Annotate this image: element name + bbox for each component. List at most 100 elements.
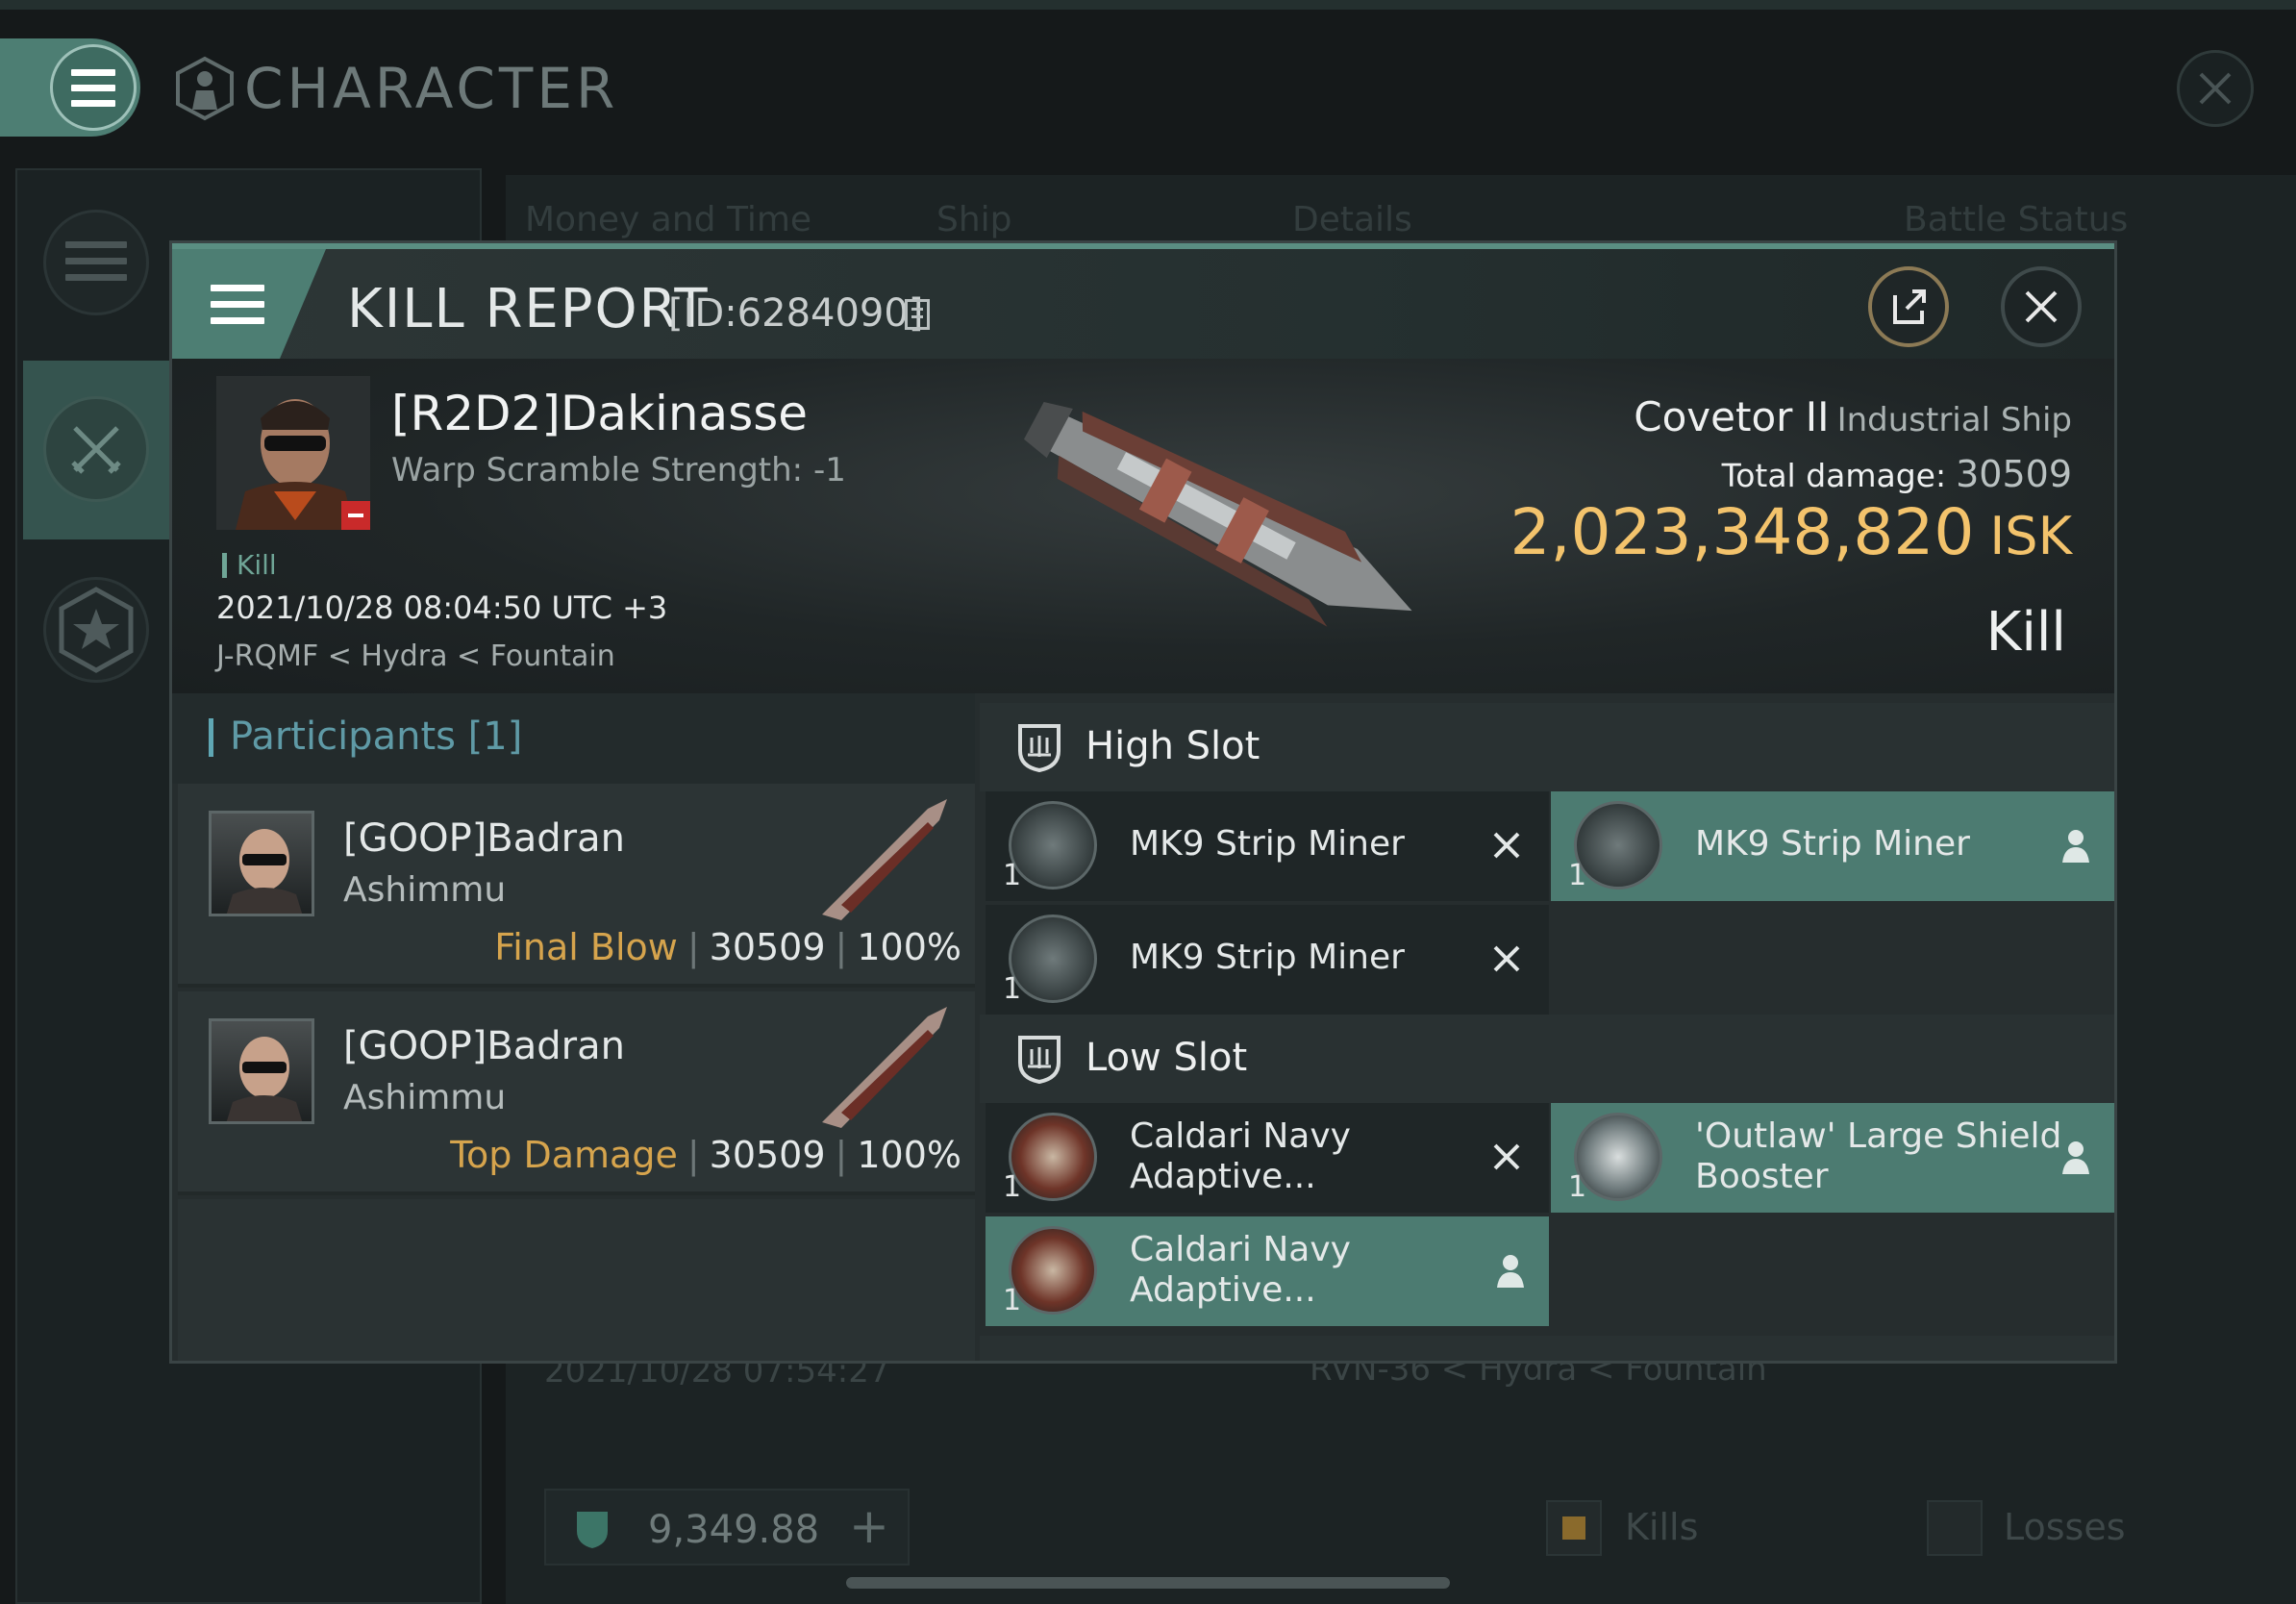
module-item-dropped[interactable]: 1 'Outlaw' Large Shield Booster	[1551, 1103, 2114, 1213]
person-icon	[1497, 1255, 1524, 1288]
module-name: Caldari Navy Adaptive...	[1130, 1230, 1351, 1311]
rail-menu-button[interactable]	[43, 210, 149, 315]
participant-damage: 30509	[709, 1134, 826, 1176]
participant-card[interactable]: [GOOP]Badran Ashimmu Top Damage | 30509 | 10…	[178, 991, 975, 1195]
star-icon	[59, 587, 134, 673]
victim-ship-image[interactable]	[912, 378, 1537, 666]
module-name: MK9 Strip Miner	[1130, 938, 1405, 977]
modal-menu-button[interactable]	[172, 249, 326, 359]
destroyed-x-icon	[1493, 832, 1520, 859]
isk-unit: ISK	[1989, 506, 2072, 566]
horizontal-scrollbar[interactable]	[846, 1577, 1450, 1589]
share-button[interactable]	[1868, 266, 1949, 347]
ship-class: Industrial Ship	[1836, 401, 2072, 439]
person-icon	[2062, 830, 2089, 863]
module-qty: 1	[1003, 972, 1022, 1006]
ship-name[interactable]: Covetor II	[1634, 393, 1829, 440]
participant-stats: Final Blow | 30509 | 100%	[494, 926, 961, 968]
participant-portrait[interactable]	[209, 1018, 314, 1124]
module-item-destroyed[interactable]: 1 MK9 Strip Miner	[986, 905, 1549, 1015]
participant-card[interactable]: [GOOP]Badran Ashimmu Final Blow | 30509 | 10…	[178, 784, 975, 988]
module-name: MK9 Strip Miner	[1130, 824, 1405, 864]
adaptive-plating-icon	[1009, 1226, 1097, 1315]
module-name-line1: 'Outlaw' Large Shield	[1695, 1116, 2062, 1156]
participant-name: [GOOP]Badran	[343, 816, 625, 861]
module-item-dropped[interactable]: 1 Caldari Navy Adaptive...	[986, 1216, 1549, 1326]
add-funds-icon[interactable]: +	[849, 1498, 889, 1554]
rail-star-button[interactable]	[43, 577, 149, 683]
kill-location[interactable]: J-RQMF < Hydra < Fountain	[216, 639, 615, 673]
module-name-line1: Caldari Navy	[1130, 1116, 1351, 1156]
tab-ship[interactable]: Ship	[936, 200, 1012, 239]
wallet-bar: 9,349.88 +	[544, 1489, 910, 1566]
character-icon	[176, 56, 234, 121]
ship-name-line: Covetor II Industrial Ship	[1634, 393, 2072, 440]
hostile-status-icon	[341, 501, 370, 530]
participant-percent: 100%	[857, 1134, 961, 1176]
participant-role: Top Damage	[450, 1134, 678, 1176]
high-slot-header: High Slot	[980, 703, 2114, 791]
victim-name[interactable]: [R2D2]Dakinasse	[391, 386, 808, 441]
kill-report-id: [ID:6284090]	[668, 291, 924, 336]
window-close-button[interactable]	[2177, 50, 2254, 127]
person-icon	[2062, 1141, 2089, 1174]
hamburger-icon	[211, 284, 264, 324]
kills-legend-swatch	[1546, 1500, 1602, 1556]
module-qty: 1	[1568, 859, 1587, 892]
modal-close-button[interactable]	[2001, 266, 2082, 347]
tab-battle-status[interactable]: Battle Status	[1904, 200, 2128, 239]
module-qty: 1	[1003, 1284, 1022, 1317]
participant-ship-image	[822, 799, 947, 920]
kill-report-modal: KILL REPORT [ID:6284090] [R2D2]Dakinasse…	[169, 240, 2117, 1364]
tab-money-and-time[interactable]: Money and Time	[525, 200, 811, 239]
total-damage-line: Total damage: 30509	[1722, 453, 2072, 495]
low-slot-icon	[1018, 1036, 1061, 1085]
module-qty: 1	[1003, 1170, 1022, 1204]
module-item-dropped[interactable]: 1 MK9 Strip Miner	[1551, 791, 2114, 901]
participant-portrait[interactable]	[209, 811, 314, 916]
participants-empty-area	[178, 1199, 975, 1361]
adaptive-plating-icon	[1009, 1113, 1097, 1201]
close-icon	[2199, 72, 2232, 105]
module-name: 'Outlaw' Large Shield Booster	[1695, 1116, 2061, 1197]
isk-value: 2,023,348,820	[1510, 495, 1975, 569]
high-slot-label: High Slot	[1086, 724, 1260, 768]
kill-datetime: 2021/10/28 08:04:50 UTC +3	[216, 589, 668, 626]
low-slot-label: Low Slot	[1086, 1036, 1248, 1080]
legend-kills: Kills	[1625, 1506, 1699, 1548]
module-name: MK9 Strip Miner	[1695, 824, 1970, 864]
tab-details[interactable]: Details	[1292, 200, 1412, 239]
victim-summary: [R2D2]Dakinasse Warp Scramble Strength: …	[172, 359, 2114, 693]
participants-title: Participants [1]	[230, 714, 523, 759]
module-item-destroyed[interactable]: 1 MK9 Strip Miner	[986, 791, 1549, 901]
window-title: CHARACTER	[244, 56, 619, 121]
strip-miner-icon	[1574, 801, 1662, 890]
module-name-line2: Adaptive...	[1130, 1157, 1316, 1196]
combat-swords-icon[interactable]	[43, 396, 149, 502]
participant-ship-image	[822, 1007, 947, 1128]
warp-scramble-strength: Warp Scramble Strength: -1	[391, 451, 846, 489]
shield-booster-icon	[1574, 1113, 1662, 1201]
participant-ship: Ashimmu	[343, 1078, 507, 1117]
module-qty: 1	[1568, 1170, 1587, 1204]
high-slot-icon	[1018, 724, 1061, 773]
strip-miner-icon	[1009, 915, 1097, 1003]
module-qty: 1	[1003, 859, 1022, 892]
low-slot-header: Low Slot	[980, 1015, 2114, 1103]
module-name-line2: Booster	[1695, 1157, 1829, 1196]
destroyed-x-icon	[1493, 945, 1520, 972]
copy-icon[interactable]	[905, 299, 930, 330]
losses-legend-swatch	[1927, 1500, 1983, 1556]
total-damage-value: 30509	[1956, 453, 2072, 495]
external-link-icon	[1893, 289, 1926, 324]
strip-miner-icon	[1009, 801, 1097, 890]
module-name-line2: Adaptive...	[1130, 1270, 1316, 1310]
main-menu-button[interactable]	[0, 38, 140, 137]
next-slot-header-partial	[980, 1336, 2114, 1361]
participant-stats: Top Damage | 30509 | 100%	[450, 1134, 961, 1176]
module-item-destroyed[interactable]: 1 Caldari Navy Adaptive...	[986, 1103, 1549, 1213]
total-damage-label: Total damage:	[1721, 457, 1947, 494]
participant-percent: 100%	[857, 926, 961, 968]
participants-header: Participants [1]	[172, 693, 975, 784]
modal-title: KILL REPORT	[347, 278, 710, 340]
